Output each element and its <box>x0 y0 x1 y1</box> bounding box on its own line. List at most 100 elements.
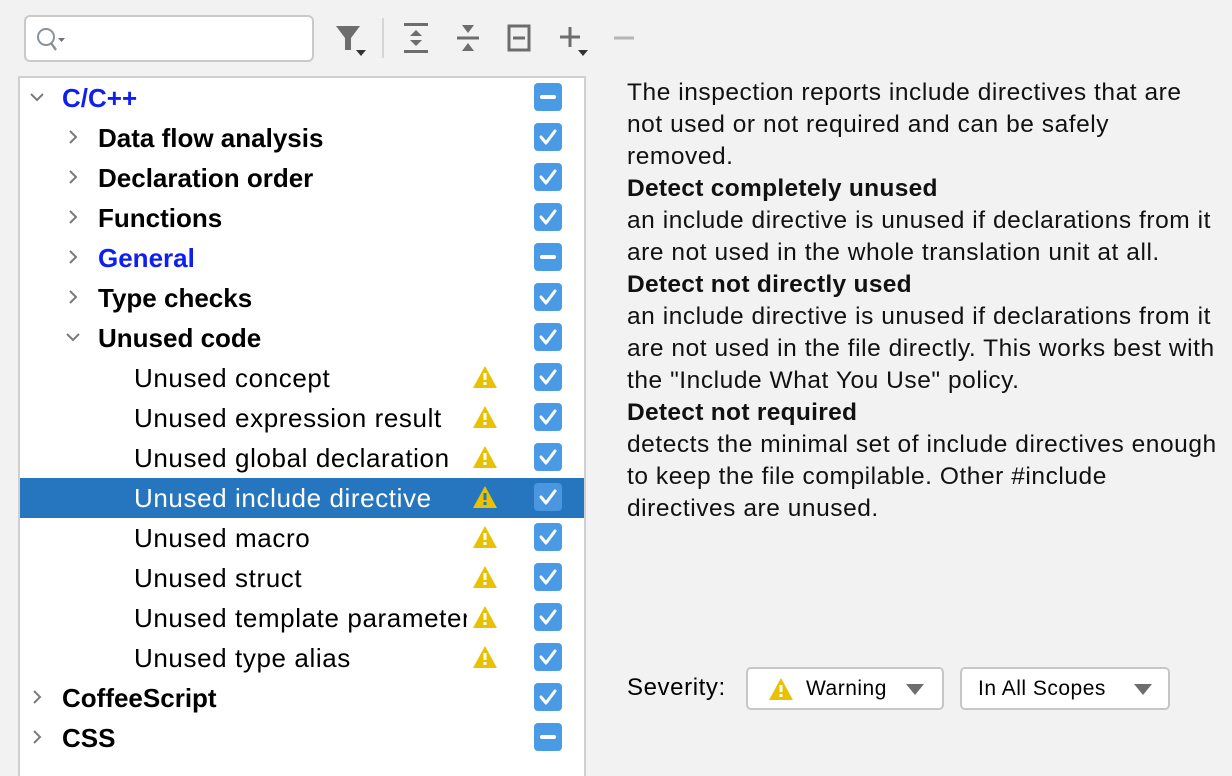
warning-icon <box>473 366 497 388</box>
warning-icon <box>473 486 497 508</box>
checkbox-checked[interactable] <box>534 523 562 551</box>
warning-icon <box>473 646 497 668</box>
reset-to-default-icon[interactable] <box>502 20 538 56</box>
checkbox-indeterminate[interactable] <box>534 83 562 111</box>
checkbox-checked[interactable] <box>534 483 562 511</box>
severity-dropdown[interactable]: Warning <box>746 667 944 710</box>
option-heading: Detect not required <box>627 399 858 426</box>
tree-row[interactable]: Declaration order <box>20 158 584 198</box>
search-input[interactable] <box>78 23 303 55</box>
tree-row[interactable]: Unused template parameter <box>20 598 584 638</box>
tree-row[interactable]: Unused macro <box>20 518 584 558</box>
toolbar-separator <box>382 18 384 58</box>
warning-icon <box>473 446 497 468</box>
tree-row[interactable]: Functions <box>20 198 584 238</box>
chevron-right-icon[interactable] <box>64 208 82 226</box>
tree-row[interactable]: CoffeeScript <box>20 678 584 718</box>
tree-row[interactable]: Unused expression result <box>20 398 584 438</box>
tree-row[interactable]: General <box>20 238 584 278</box>
plus-icon[interactable] <box>556 20 592 56</box>
checkmark-icon <box>539 409 557 425</box>
checkmark-icon <box>539 169 557 185</box>
warning-icon <box>473 406 497 428</box>
checkmark-icon <box>539 609 557 625</box>
warning-icon <box>769 678 793 700</box>
checkbox-checked[interactable] <box>534 163 562 191</box>
dash-icon <box>540 95 556 99</box>
tree-row-label: CSS <box>62 723 116 753</box>
checkmark-icon <box>539 209 557 225</box>
tree-row[interactable]: Unused struct <box>20 558 584 598</box>
chevron-down-icon[interactable] <box>28 88 46 106</box>
checkmark-icon <box>539 489 557 505</box>
collapse-all-icon[interactable] <box>450 20 486 56</box>
chevron-right-icon[interactable] <box>64 168 82 186</box>
checkmark-icon <box>539 129 557 145</box>
checkbox-checked[interactable] <box>534 403 562 431</box>
tree-row-label: Type checks <box>98 283 253 313</box>
tree-row-label: Data flow analysis <box>98 123 324 153</box>
checkbox-checked[interactable] <box>534 643 562 671</box>
checkmark-icon <box>539 329 557 345</box>
tree-row[interactable]: C/C++ <box>20 78 584 118</box>
tree-row[interactable]: CSS <box>20 718 584 758</box>
tree-row[interactable]: Unused concept <box>20 358 584 398</box>
chevron-down-icon[interactable] <box>64 328 82 346</box>
checkmark-icon <box>539 529 557 545</box>
chevron-right-icon[interactable] <box>28 688 46 706</box>
chevron-right-icon[interactable] <box>64 128 82 146</box>
tree-row-label: Unused concept <box>134 363 331 393</box>
search-field[interactable] <box>24 15 314 62</box>
checkbox-checked[interactable] <box>534 203 562 231</box>
checkbox-checked[interactable] <box>534 283 562 311</box>
checkbox-checked[interactable] <box>534 123 562 151</box>
tree-row[interactable]: Data flow analysis <box>20 118 584 158</box>
dash-icon <box>540 255 556 259</box>
description-intro: The inspection reports include directive… <box>627 79 1182 170</box>
filter-icon[interactable] <box>334 20 370 56</box>
checkbox-checked[interactable] <box>534 683 562 711</box>
chevron-right-icon[interactable] <box>64 288 82 306</box>
checkbox-indeterminate[interactable] <box>534 723 562 751</box>
tree-row-label: Unused code <box>98 323 262 353</box>
chevron-right-icon[interactable] <box>64 248 82 266</box>
tree-row[interactable]: Unused type alias <box>20 638 584 678</box>
warning-icon <box>473 526 497 548</box>
tree-row-label: CoffeeScript <box>62 683 217 713</box>
tree-row[interactable]: Type checks <box>20 278 584 318</box>
option-text: an include directive is unused if declar… <box>627 207 1211 266</box>
checkbox-checked[interactable] <box>534 363 562 391</box>
checkmark-icon <box>539 369 557 385</box>
tree-row-label: Functions <box>98 203 223 233</box>
inspection-description: The inspection reports include directive… <box>627 77 1217 525</box>
checkbox-indeterminate[interactable] <box>534 243 562 271</box>
checkbox-checked[interactable] <box>534 443 562 471</box>
severity-value: Warning <box>806 677 887 700</box>
minus-icon <box>614 36 634 40</box>
option-text: an include directive is unused if declar… <box>627 303 1215 394</box>
warning-icon <box>473 606 497 628</box>
checkbox-checked[interactable] <box>534 563 562 591</box>
inspection-tree[interactable]: C/C++ Data flow analysis Declaration order… <box>18 76 586 776</box>
tree-row-label: General <box>98 243 195 273</box>
search-icon[interactable] <box>34 25 70 53</box>
scope-value: In All Scopes <box>978 677 1106 700</box>
tree-row-label: Unused template parameter <box>134 603 467 633</box>
tree-row[interactable]: Unused global declaration <box>20 438 584 478</box>
option-text: detects the minimal set of include direc… <box>627 431 1217 522</box>
option-heading: Detect completely unused <box>627 175 938 202</box>
expand-all-icon[interactable] <box>398 20 434 56</box>
chevron-right-icon[interactable] <box>28 728 46 746</box>
scope-dropdown[interactable]: In All Scopes <box>960 667 1170 710</box>
tree-row-label: Unused struct <box>134 563 303 593</box>
chevron-down-icon <box>1134 684 1152 695</box>
tree-row-label: Declaration order <box>98 163 314 193</box>
checkbox-checked[interactable] <box>534 323 562 351</box>
checkmark-icon <box>539 289 557 305</box>
tree-row[interactable]: Unused code <box>20 318 584 358</box>
checkmark-icon <box>539 649 557 665</box>
checkbox-checked[interactable] <box>534 603 562 631</box>
tree-row-label: C/C++ <box>62 83 138 113</box>
tree-row[interactable]: Unused include directive <box>20 478 584 518</box>
checkmark-icon <box>539 449 557 465</box>
